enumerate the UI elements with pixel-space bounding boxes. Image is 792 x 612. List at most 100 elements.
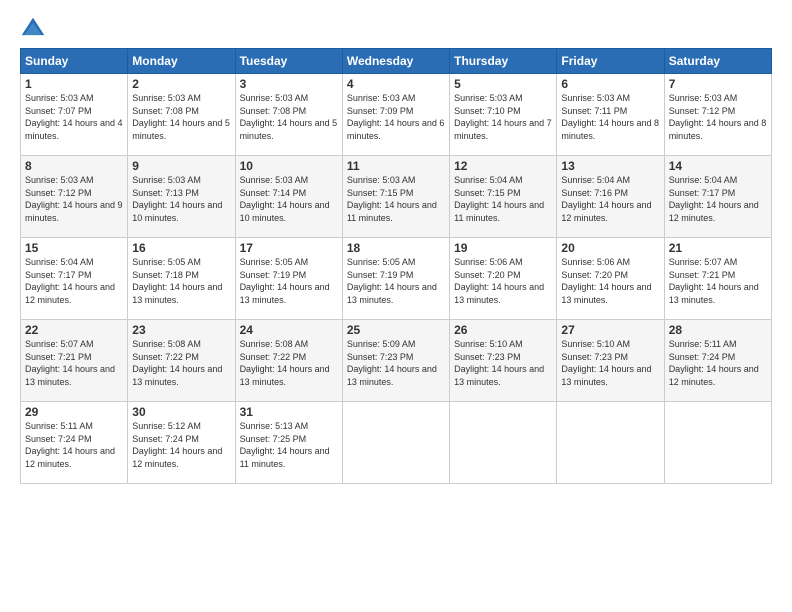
calendar-cell: 28Sunrise: 5:11 AM Sunset: 7:24 PM Dayli… <box>664 320 771 402</box>
calendar-cell: 17Sunrise: 5:05 AM Sunset: 7:19 PM Dayli… <box>235 238 342 320</box>
header-row: Sunday Monday Tuesday Wednesday Thursday… <box>21 49 772 74</box>
day-info: Sunrise: 5:03 AM Sunset: 7:09 PM Dayligh… <box>347 92 445 142</box>
day-number: 13 <box>561 159 659 173</box>
day-info: Sunrise: 5:06 AM Sunset: 7:20 PM Dayligh… <box>454 256 552 306</box>
calendar-cell <box>342 402 449 484</box>
day-info: Sunrise: 5:10 AM Sunset: 7:23 PM Dayligh… <box>454 338 552 388</box>
day-info: Sunrise: 5:03 AM Sunset: 7:15 PM Dayligh… <box>347 174 445 224</box>
calendar-cell: 16Sunrise: 5:05 AM Sunset: 7:18 PM Dayli… <box>128 238 235 320</box>
calendar-cell: 4Sunrise: 5:03 AM Sunset: 7:09 PM Daylig… <box>342 74 449 156</box>
logo <box>20 16 50 42</box>
calendar-cell: 1Sunrise: 5:03 AM Sunset: 7:07 PM Daylig… <box>21 74 128 156</box>
day-number: 10 <box>240 159 338 173</box>
header-friday: Friday <box>557 49 664 74</box>
calendar-cell: 12Sunrise: 5:04 AM Sunset: 7:15 PM Dayli… <box>450 156 557 238</box>
day-number: 25 <box>347 323 445 337</box>
calendar-cell: 26Sunrise: 5:10 AM Sunset: 7:23 PM Dayli… <box>450 320 557 402</box>
day-info: Sunrise: 5:05 AM Sunset: 7:18 PM Dayligh… <box>132 256 230 306</box>
day-number: 6 <box>561 77 659 91</box>
calendar-cell: 2Sunrise: 5:03 AM Sunset: 7:08 PM Daylig… <box>128 74 235 156</box>
header-monday: Monday <box>128 49 235 74</box>
calendar-cell: 11Sunrise: 5:03 AM Sunset: 7:15 PM Dayli… <box>342 156 449 238</box>
calendar-cell: 30Sunrise: 5:12 AM Sunset: 7:24 PM Dayli… <box>128 402 235 484</box>
calendar-cell <box>557 402 664 484</box>
day-number: 16 <box>132 241 230 255</box>
calendar-week-4: 22Sunrise: 5:07 AM Sunset: 7:21 PM Dayli… <box>21 320 772 402</box>
header <box>20 16 772 42</box>
calendar-cell: 23Sunrise: 5:08 AM Sunset: 7:22 PM Dayli… <box>128 320 235 402</box>
calendar-cell: 6Sunrise: 5:03 AM Sunset: 7:11 PM Daylig… <box>557 74 664 156</box>
page: Sunday Monday Tuesday Wednesday Thursday… <box>0 0 792 494</box>
day-number: 31 <box>240 405 338 419</box>
day-info: Sunrise: 5:03 AM Sunset: 7:13 PM Dayligh… <box>132 174 230 224</box>
day-info: Sunrise: 5:03 AM Sunset: 7:10 PM Dayligh… <box>454 92 552 142</box>
calendar-table: Sunday Monday Tuesday Wednesday Thursday… <box>20 48 772 484</box>
header-sunday: Sunday <box>21 49 128 74</box>
day-info: Sunrise: 5:13 AM Sunset: 7:25 PM Dayligh… <box>240 420 338 470</box>
day-info: Sunrise: 5:07 AM Sunset: 7:21 PM Dayligh… <box>669 256 767 306</box>
calendar-cell: 7Sunrise: 5:03 AM Sunset: 7:12 PM Daylig… <box>664 74 771 156</box>
calendar-week-2: 8Sunrise: 5:03 AM Sunset: 7:12 PM Daylig… <box>21 156 772 238</box>
calendar-cell: 27Sunrise: 5:10 AM Sunset: 7:23 PM Dayli… <box>557 320 664 402</box>
calendar-cell: 22Sunrise: 5:07 AM Sunset: 7:21 PM Dayli… <box>21 320 128 402</box>
day-info: Sunrise: 5:09 AM Sunset: 7:23 PM Dayligh… <box>347 338 445 388</box>
day-number: 17 <box>240 241 338 255</box>
calendar-week-3: 15Sunrise: 5:04 AM Sunset: 7:17 PM Dayli… <box>21 238 772 320</box>
day-number: 5 <box>454 77 552 91</box>
calendar-week-1: 1Sunrise: 5:03 AM Sunset: 7:07 PM Daylig… <box>21 74 772 156</box>
day-number: 15 <box>25 241 123 255</box>
day-info: Sunrise: 5:07 AM Sunset: 7:21 PM Dayligh… <box>25 338 123 388</box>
day-info: Sunrise: 5:08 AM Sunset: 7:22 PM Dayligh… <box>240 338 338 388</box>
calendar-cell: 14Sunrise: 5:04 AM Sunset: 7:17 PM Dayli… <box>664 156 771 238</box>
day-info: Sunrise: 5:03 AM Sunset: 7:08 PM Dayligh… <box>132 92 230 142</box>
day-info: Sunrise: 5:04 AM Sunset: 7:17 PM Dayligh… <box>25 256 123 306</box>
calendar-cell <box>664 402 771 484</box>
calendar-cell: 31Sunrise: 5:13 AM Sunset: 7:25 PM Dayli… <box>235 402 342 484</box>
calendar-cell: 5Sunrise: 5:03 AM Sunset: 7:10 PM Daylig… <box>450 74 557 156</box>
day-number: 3 <box>240 77 338 91</box>
day-number: 14 <box>669 159 767 173</box>
day-number: 29 <box>25 405 123 419</box>
day-info: Sunrise: 5:10 AM Sunset: 7:23 PM Dayligh… <box>561 338 659 388</box>
calendar-cell: 3Sunrise: 5:03 AM Sunset: 7:08 PM Daylig… <box>235 74 342 156</box>
day-info: Sunrise: 5:03 AM Sunset: 7:12 PM Dayligh… <box>25 174 123 224</box>
day-number: 28 <box>669 323 767 337</box>
day-number: 11 <box>347 159 445 173</box>
calendar-cell: 21Sunrise: 5:07 AM Sunset: 7:21 PM Dayli… <box>664 238 771 320</box>
header-thursday: Thursday <box>450 49 557 74</box>
calendar-cell: 15Sunrise: 5:04 AM Sunset: 7:17 PM Dayli… <box>21 238 128 320</box>
calendar-week-5: 29Sunrise: 5:11 AM Sunset: 7:24 PM Dayli… <box>21 402 772 484</box>
day-info: Sunrise: 5:04 AM Sunset: 7:17 PM Dayligh… <box>669 174 767 224</box>
day-number: 9 <box>132 159 230 173</box>
day-info: Sunrise: 5:03 AM Sunset: 7:07 PM Dayligh… <box>25 92 123 142</box>
calendar-cell: 29Sunrise: 5:11 AM Sunset: 7:24 PM Dayli… <box>21 402 128 484</box>
calendar-cell: 25Sunrise: 5:09 AM Sunset: 7:23 PM Dayli… <box>342 320 449 402</box>
day-info: Sunrise: 5:03 AM Sunset: 7:11 PM Dayligh… <box>561 92 659 142</box>
day-number: 1 <box>25 77 123 91</box>
day-number: 12 <box>454 159 552 173</box>
day-info: Sunrise: 5:04 AM Sunset: 7:16 PM Dayligh… <box>561 174 659 224</box>
header-saturday: Saturday <box>664 49 771 74</box>
day-number: 26 <box>454 323 552 337</box>
day-number: 27 <box>561 323 659 337</box>
header-tuesday: Tuesday <box>235 49 342 74</box>
calendar-cell: 8Sunrise: 5:03 AM Sunset: 7:12 PM Daylig… <box>21 156 128 238</box>
day-number: 30 <box>132 405 230 419</box>
day-info: Sunrise: 5:03 AM Sunset: 7:14 PM Dayligh… <box>240 174 338 224</box>
header-wednesday: Wednesday <box>342 49 449 74</box>
day-info: Sunrise: 5:12 AM Sunset: 7:24 PM Dayligh… <box>132 420 230 470</box>
day-number: 21 <box>669 241 767 255</box>
calendar-cell: 24Sunrise: 5:08 AM Sunset: 7:22 PM Dayli… <box>235 320 342 402</box>
calendar-cell <box>450 402 557 484</box>
day-info: Sunrise: 5:08 AM Sunset: 7:22 PM Dayligh… <box>132 338 230 388</box>
day-info: Sunrise: 5:05 AM Sunset: 7:19 PM Dayligh… <box>347 256 445 306</box>
logo-icon <box>20 16 46 42</box>
day-number: 23 <box>132 323 230 337</box>
day-info: Sunrise: 5:11 AM Sunset: 7:24 PM Dayligh… <box>25 420 123 470</box>
day-info: Sunrise: 5:03 AM Sunset: 7:08 PM Dayligh… <box>240 92 338 142</box>
calendar-cell: 13Sunrise: 5:04 AM Sunset: 7:16 PM Dayli… <box>557 156 664 238</box>
day-number: 18 <box>347 241 445 255</box>
day-number: 19 <box>454 241 552 255</box>
calendar-cell: 19Sunrise: 5:06 AM Sunset: 7:20 PM Dayli… <box>450 238 557 320</box>
day-number: 8 <box>25 159 123 173</box>
